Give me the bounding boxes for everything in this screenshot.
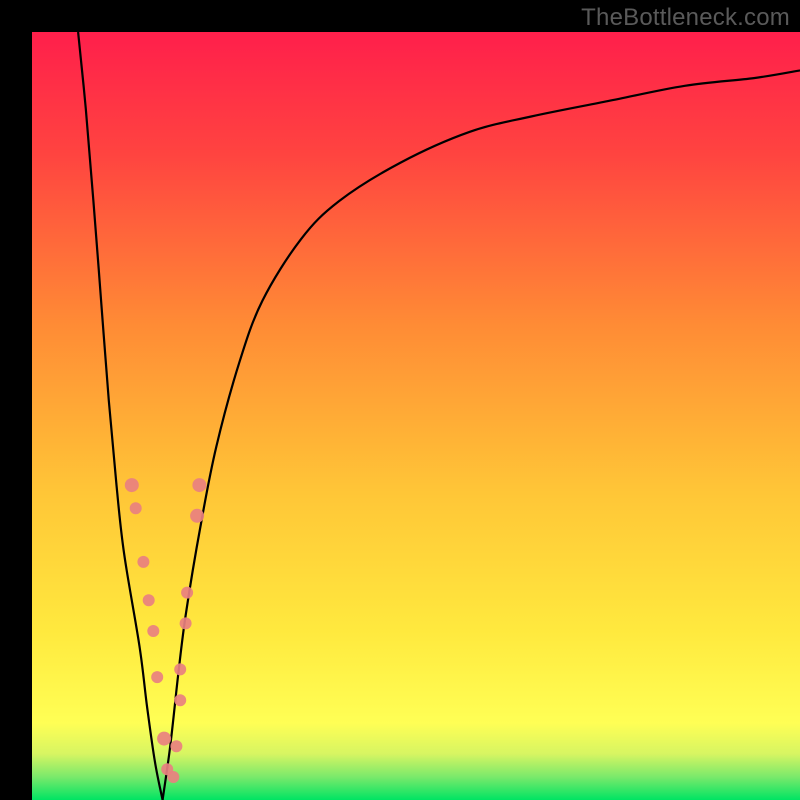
data-marker [137, 556, 149, 568]
data-marker [157, 732, 171, 746]
data-marker [125, 478, 139, 492]
data-marker [181, 587, 193, 599]
data-marker [174, 694, 186, 706]
data-marker [192, 478, 206, 492]
plot-area [32, 32, 800, 800]
data-marker [151, 671, 163, 683]
data-marker [170, 740, 182, 752]
data-marker [174, 663, 186, 675]
watermark-text: TheBottleneck.com [581, 4, 790, 32]
data-marker [167, 771, 179, 783]
chart-svg [32, 32, 800, 800]
data-marker [180, 617, 192, 629]
chart-frame: TheBottleneck.com [0, 0, 800, 800]
data-marker [143, 594, 155, 606]
data-marker [130, 502, 142, 514]
data-marker [147, 625, 159, 637]
data-marker [190, 509, 204, 523]
gradient-background [32, 32, 800, 800]
